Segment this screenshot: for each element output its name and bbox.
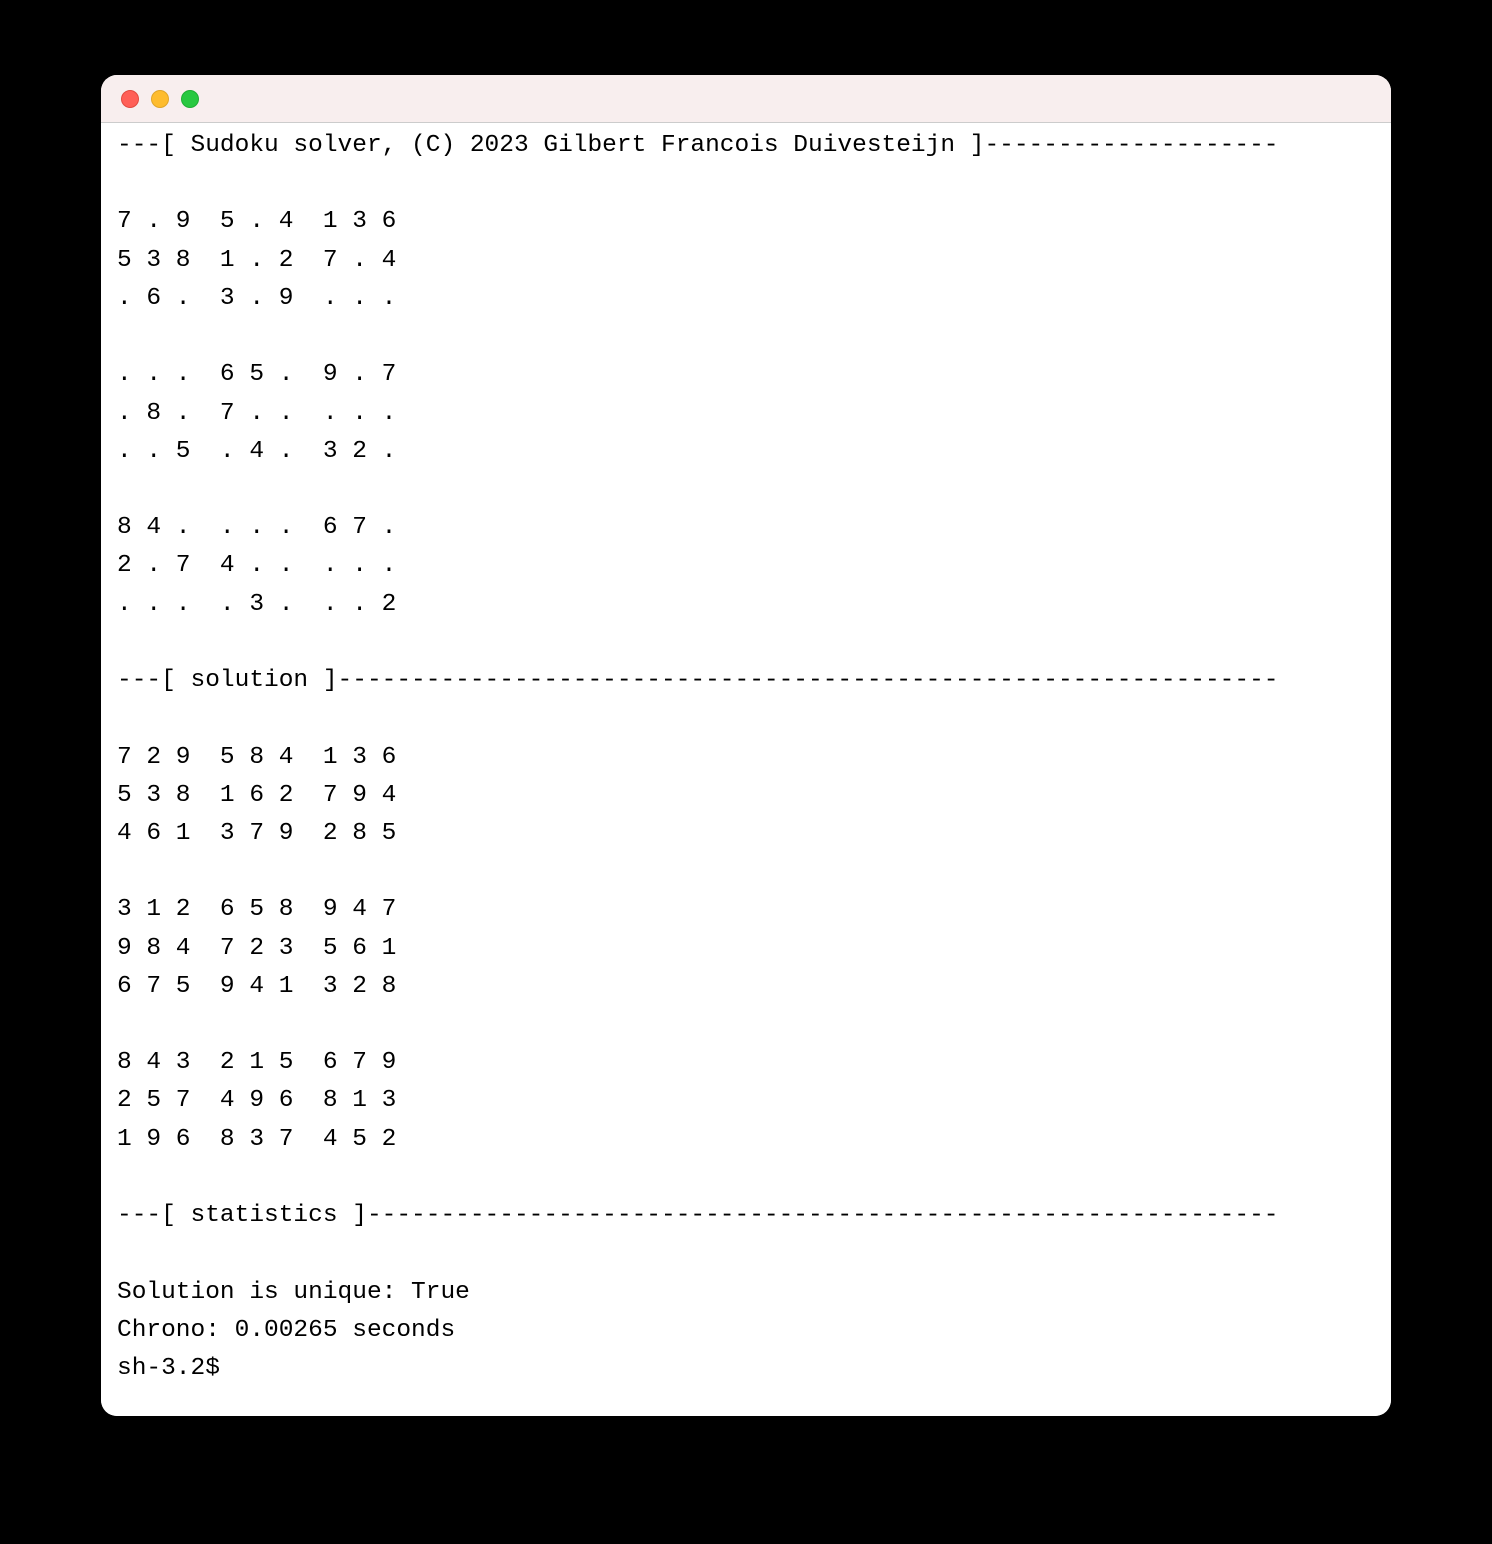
header-line: ---[ Sudoku solver, (C) 2023 Gilbert Fra… — [117, 132, 1279, 159]
titlebar[interactable] — [101, 75, 1391, 123]
terminal-output[interactable]: ---[ Sudoku solver, (C) 2023 Gilbert Fra… — [101, 123, 1391, 1416]
terminal-window: ---[ Sudoku solver, (C) 2023 Gilbert Fra… — [101, 75, 1391, 1416]
shell-prompt: sh-3.2$ — [117, 1355, 220, 1382]
stat-unique: Solution is unique: True — [117, 1279, 470, 1306]
maximize-icon[interactable] — [181, 90, 199, 108]
close-icon[interactable] — [121, 90, 139, 108]
puzzle-grid: 7 . 9 5 . 4 1 3 6 5 3 8 1 . 2 7 . 4 . 6 … — [117, 208, 396, 617]
stat-chrono: Chrono: 0.00265 seconds — [117, 1317, 455, 1344]
minimize-icon[interactable] — [151, 90, 169, 108]
solution-header-line: ---[ solution ]-------------------------… — [117, 667, 1279, 694]
statistics-header-line: ---[ statistics ]-----------------------… — [117, 1202, 1279, 1229]
solution-grid: 7 2 9 5 8 4 1 3 6 5 3 8 1 6 2 7 9 4 4 6 … — [117, 744, 396, 1153]
cursor — [235, 1354, 249, 1382]
